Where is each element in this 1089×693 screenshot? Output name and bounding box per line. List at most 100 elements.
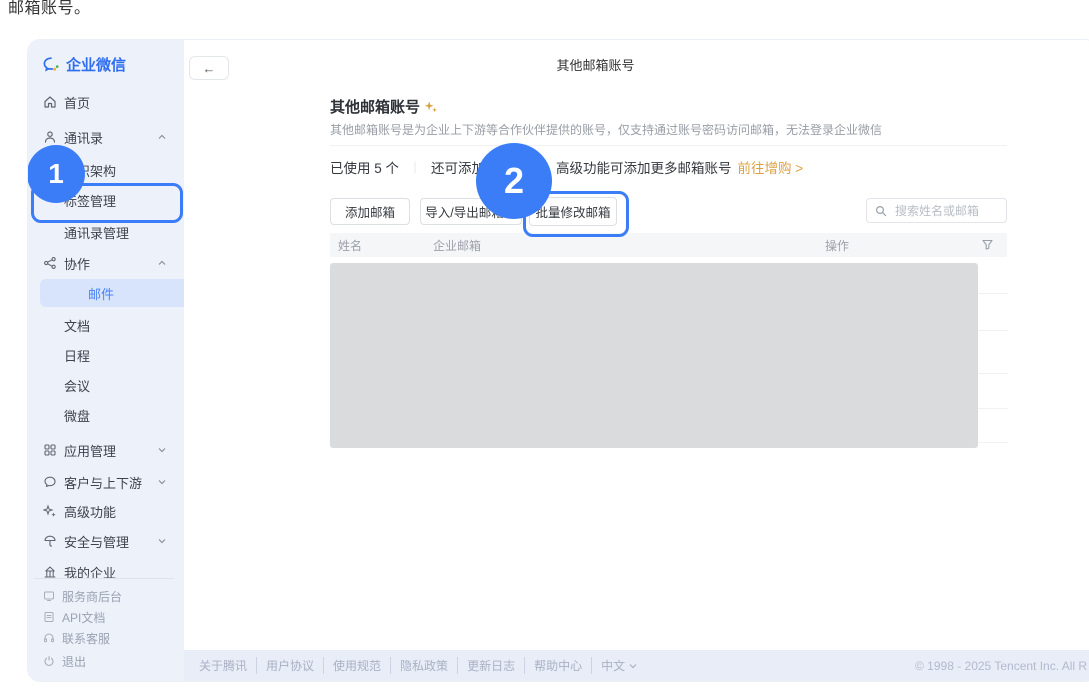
row-divider <box>978 373 1008 374</box>
sidebar-item-security-management[interactable]: 安全与管理 <box>34 527 178 555</box>
row-divider <box>978 293 1008 294</box>
upsell-note: 高级功能可添加更多邮箱账号 前往增购 > <box>556 158 803 176</box>
headset-icon <box>42 632 55 645</box>
section-heading-text: 其他邮箱账号 <box>330 96 420 117</box>
section-heading: 其他邮箱账号 <box>330 96 438 117</box>
column-header-action: 操作 <box>825 233 849 257</box>
redacted-table-rows <box>330 263 978 448</box>
button-label: 批量修改邮箱 <box>535 202 610 221</box>
sidebar-item-label: API文档 <box>62 609 105 626</box>
console-icon <box>42 590 55 603</box>
content: 其他邮箱账号 其他邮箱账号是为企业上下游等合作伙伴提供的账号，仅支持通过账号密码… <box>184 88 1089 650</box>
footer-link-usage-rules[interactable]: 使用规范 <box>323 657 390 674</box>
divider <box>330 145 1007 146</box>
sidebar-item-premium-features[interactable]: 高级功能 <box>34 497 178 525</box>
main-area: ← 其他邮箱账号 其他邮箱账号 其他邮箱账号是为企业上下游等合作伙伴提供的账号，… <box>184 40 1089 681</box>
footer-link-help-center[interactable]: 帮助中心 <box>524 657 591 674</box>
sidebar-item-customers[interactable]: 客户与上下游 <box>34 468 178 496</box>
sidebar-item-label: 联系客服 <box>62 630 110 647</box>
sidebar-item-label: 服务商后台 <box>62 588 122 605</box>
row-divider <box>978 442 1008 443</box>
upsell-text: 高级功能可添加更多邮箱账号 <box>556 157 732 177</box>
annotation-step-1-badge: 1 <box>28 145 85 203</box>
chevron-down-icon[interactable] <box>158 446 166 454</box>
footer-link-user-agreement[interactable]: 用户协议 <box>256 657 323 674</box>
sidebar-item-label: 通讯录管理 <box>64 223 129 242</box>
sidebar-item-label: 日程 <box>64 346 90 365</box>
sidebar-item-label: 邮件 <box>88 284 114 303</box>
sidebar-item-label: 会议 <box>64 376 90 395</box>
footer-links: 关于腾讯 用户协议 使用规范 隐私政策 更新日志 帮助中心 中文 <box>190 657 646 674</box>
sidebar-item-label: 首页 <box>64 93 90 112</box>
search-input[interactable] <box>893 203 998 219</box>
page-title: 其他邮箱账号 <box>184 40 1007 88</box>
table-header: 姓名 企业邮箱 操作 <box>330 233 1007 257</box>
topbar: ← 其他邮箱账号 <box>184 40 1089 89</box>
footer-link-changelog[interactable]: 更新日志 <box>457 657 524 674</box>
language-label: 中文 <box>601 657 625 674</box>
sidebar-item-label: 高级功能 <box>64 502 116 521</box>
sidebar-item-label: 退出 <box>62 653 86 670</box>
sidebar-item-contacts-management[interactable]: 通讯录管理 <box>34 218 208 246</box>
sidebar-item-label: 通讯录 <box>64 128 103 147</box>
search-box[interactable] <box>866 198 1007 223</box>
sidebar-item-api-docs[interactable]: API文档 <box>34 607 178 627</box>
search-icon <box>875 205 887 217</box>
sidebar-item-mail[interactable]: 邮件 <box>40 279 192 307</box>
stats-separator: ｜ <box>409 159 421 176</box>
sidebar-item-my-company[interactable]: 我的企业 <box>34 558 178 586</box>
chevron-down-icon[interactable] <box>158 478 166 486</box>
chevron-down-icon[interactable] <box>158 537 166 545</box>
row-divider <box>978 330 1008 331</box>
sidebar-item-wedrive[interactable]: 微盘 <box>34 401 208 429</box>
sidebar-item-contact-support[interactable]: 联系客服 <box>34 628 178 648</box>
footer-link-about[interactable]: 关于腾讯 <box>190 657 256 674</box>
used-count: 已使用 5 个 <box>330 157 399 177</box>
sidebar-item-calendar[interactable]: 日程 <box>34 341 208 369</box>
copyright-text: © 1998 - 2025 Tencent Inc. All R <box>915 659 1087 673</box>
chevron-up-icon[interactable] <box>158 259 166 267</box>
brand-name: 企业微信 <box>66 54 126 75</box>
row-divider <box>978 408 1008 409</box>
sidebar-item-label: 文档 <box>64 316 90 335</box>
sidebar-divider <box>34 578 174 579</box>
chat-bubble-icon <box>42 475 57 490</box>
sidebar-item-label: 应用管理 <box>64 441 116 460</box>
wecom-bubble-icon <box>42 56 60 74</box>
app-window: 企业微信 首页 通讯录 组织架构 标签管理 通讯录管理 <box>28 40 1089 681</box>
button-label: 添加邮箱 <box>345 202 395 221</box>
section-description: 其他邮箱账号是为企业上下游等合作伙伴提供的账号，仅支持通过账号密码访问邮箱，无法… <box>330 121 882 138</box>
sidebar-item-collaboration[interactable]: 协作 <box>34 249 178 277</box>
sidebar-item-provider-console[interactable]: 服务商后台 <box>34 586 178 606</box>
contacts-icon <box>42 130 57 145</box>
chevron-up-icon[interactable] <box>158 133 166 141</box>
sidebar-item-meeting[interactable]: 会议 <box>34 371 208 399</box>
filter-icon[interactable] <box>981 238 994 251</box>
footer: 关于腾讯 用户协议 使用规范 隐私政策 更新日志 帮助中心 中文 © 1998 … <box>184 650 1089 681</box>
document-icon <box>42 611 55 624</box>
column-header-name: 姓名 <box>338 233 362 257</box>
power-icon <box>42 655 55 668</box>
apps-grid-icon <box>42 443 57 458</box>
language-selector[interactable]: 中文 <box>591 657 646 674</box>
brand-logo: 企业微信 <box>42 54 126 75</box>
add-mailbox-button[interactable]: 添加邮箱 <box>330 198 410 225</box>
sidebar-item-home[interactable]: 首页 <box>34 88 178 116</box>
column-header-email: 企业邮箱 <box>433 233 481 257</box>
footer-link-privacy[interactable]: 隐私政策 <box>390 657 457 674</box>
sidebar-item-app-management[interactable]: 应用管理 <box>34 436 178 464</box>
home-icon <box>42 95 57 110</box>
sidebar-item-label: 微盘 <box>64 406 90 425</box>
sidebar-item-label: 协作 <box>64 254 90 273</box>
annotation-step-2-badge: 2 <box>476 143 552 219</box>
chevron-down-icon <box>629 662 637 670</box>
sidebar: 企业微信 首页 通讯录 组织架构 标签管理 通讯录管理 <box>28 40 184 681</box>
upsell-link[interactable]: 前往增购 > <box>738 157 804 177</box>
sidebar-item-label: 客户与上下游 <box>64 473 142 492</box>
sidebar-item-docs[interactable]: 文档 <box>34 311 208 339</box>
sparkle-icon <box>42 504 57 519</box>
sidebar-item-label: 安全与管理 <box>64 532 129 551</box>
umbrella-shield-icon <box>42 534 57 549</box>
sidebar-item-logout[interactable]: 退出 <box>34 651 178 671</box>
collaboration-icon <box>42 256 57 271</box>
